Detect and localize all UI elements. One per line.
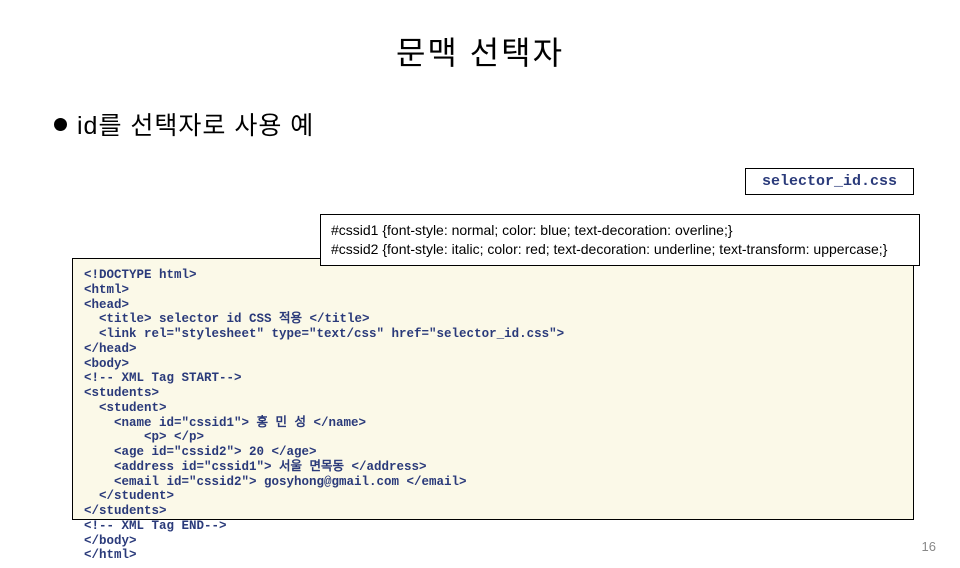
css-rule-line: #cssid1 {font-style: normal; color: blue…: [331, 221, 909, 240]
bullet-item: id를 선택자로 사용 예: [54, 106, 960, 142]
slide-title: 문맥 선택자: [0, 28, 960, 74]
bullet-dot-icon: [54, 118, 67, 131]
page-number: 16: [922, 539, 936, 554]
css-filename-label: selector_id.css: [745, 168, 914, 195]
bullet-text: id를 선택자로 사용 예: [77, 106, 314, 142]
html-code-block: <!DOCTYPE html> <html> <head> <title> se…: [84, 268, 564, 563]
css-rules-box: #cssid1 {font-style: normal; color: blue…: [320, 214, 920, 266]
css-rule-line: #cssid2 {font-style: italic; color: red;…: [331, 240, 909, 259]
